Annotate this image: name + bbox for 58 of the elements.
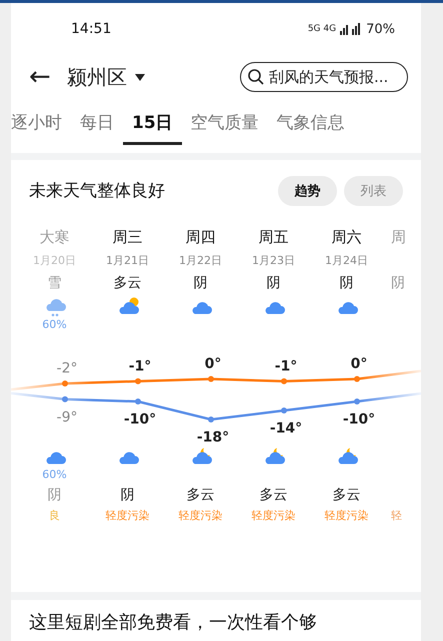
precipitation-label: 60% — [42, 318, 67, 333]
battery-level: 70% — [366, 22, 395, 36]
air-quality-label: 良 — [49, 508, 60, 524]
weather-label: 阴 — [266, 274, 280, 293]
temperature-label: -18° — [196, 430, 230, 444]
view-toggle[interactable]: 趋势 — [278, 176, 337, 206]
tab[interactable]: 每日 — [71, 107, 123, 145]
day-name: 周 — [391, 228, 406, 248]
precipitation-label: 60% — [42, 468, 67, 483]
temperature-label: -14° — [270, 420, 302, 436]
status-time: 14:51 — [71, 21, 112, 37]
date-label: 1月23日 — [252, 253, 295, 269]
signal-icon — [340, 23, 362, 35]
view-toggle[interactable]: 列表 — [344, 176, 403, 206]
search-field[interactable]: 刮风的天气预报... — [240, 62, 408, 92]
air-quality-label: 轻度污染 — [178, 508, 222, 524]
air-quality-label: 轻度污染 — [106, 508, 150, 524]
day-name: 周四 — [186, 228, 216, 248]
weather-label: 多云 — [260, 486, 288, 505]
weather-label: 阴 — [120, 486, 134, 505]
tab[interactable]: 15日 — [123, 107, 182, 145]
weather-label: 多云 — [332, 486, 360, 505]
temperature-label: 0° — [204, 356, 222, 372]
weather-label: 阴 — [391, 274, 405, 293]
network-indicator: 5G 4G — [308, 24, 336, 34]
city-selector[interactable]: 颍州区 — [60, 64, 145, 90]
promo-text: 这里短剧全部免费看，一次性看个够 — [29, 612, 317, 633]
forecast-title: 未来天气整体良好 — [29, 180, 165, 202]
date-label: 1月21日 — [106, 253, 149, 269]
day-name: 周五 — [258, 228, 288, 248]
tab[interactable]: 逐小时 — [11, 107, 71, 145]
day-name: 周三 — [112, 228, 142, 248]
temperature-label: -10° — [342, 412, 376, 428]
weather-label: 阴 — [194, 274, 208, 293]
weather-label: 阴 — [48, 486, 62, 505]
search-icon — [247, 68, 265, 86]
date-label: 1月20日 — [33, 253, 76, 269]
temperature-label: -2° — [56, 360, 78, 376]
caret-icon — [134, 74, 145, 80]
back-button[interactable]: ← — [29, 64, 51, 90]
tab[interactable]: 空气质量 — [182, 107, 268, 145]
temperature-label: -1° — [128, 358, 152, 374]
air-quality-label: 轻度污染 — [324, 508, 368, 524]
weather-label: 多云 — [114, 274, 142, 293]
temperature-label: -10° — [124, 412, 156, 428]
air-quality-label: 轻 — [391, 508, 402, 524]
weather-label: 雪 — [48, 274, 62, 293]
tab[interactable]: 气象信息 — [268, 107, 354, 145]
weather-label: 阴 — [340, 274, 354, 293]
day-name: 周六 — [332, 228, 362, 248]
day-name: 大寒 — [40, 228, 70, 248]
air-quality-label: 轻度污染 — [252, 508, 296, 524]
temperature-label: -9° — [56, 409, 78, 426]
temperature-label: 0° — [350, 356, 368, 372]
date-label: 1月22日 — [179, 253, 222, 269]
date-label: 1月24日 — [325, 253, 368, 269]
weather-label: 多云 — [186, 486, 214, 505]
temperature-label: -1° — [274, 358, 298, 374]
